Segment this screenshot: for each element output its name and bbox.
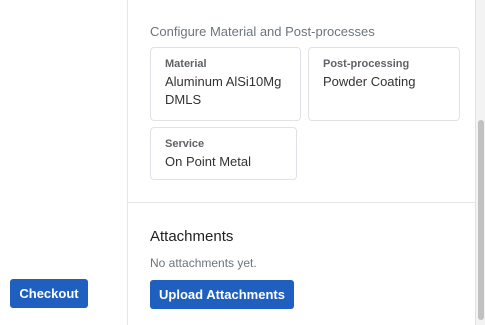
material-label: Material [165,58,207,70]
material-card: Material Aluminum AlSi10Mg DMLS [150,47,301,121]
post-processing-card: Post-processing Powder Coating [308,47,460,121]
upload-attachments-button[interactable]: Upload Attachments [150,280,294,309]
configuration-panel: Configure Material and Post-processes Ma… [128,0,475,325]
scrollbar-thumb[interactable] [478,120,484,320]
configure-heading: Configure Material and Post-processes [150,24,375,39]
checkout-button[interactable]: Checkout [10,279,88,308]
service-card: Service On Point Metal [150,127,297,180]
attachments-empty-text: No attachments yet. [150,256,257,270]
post-processing-label: Post-processing [323,58,410,70]
left-panel: Checkout [0,0,128,325]
section-divider [128,202,475,203]
attachments-heading: Attachments [150,228,234,245]
service-value: On Point Metal [165,154,251,169]
post-processing-value: Powder Coating [323,74,416,89]
material-value-line2: DMLS [165,92,202,107]
service-label: Service [165,138,205,150]
vertical-scrollbar[interactable] [475,0,485,325]
material-value-line1: Aluminum AlSi10Mg [165,74,282,89]
